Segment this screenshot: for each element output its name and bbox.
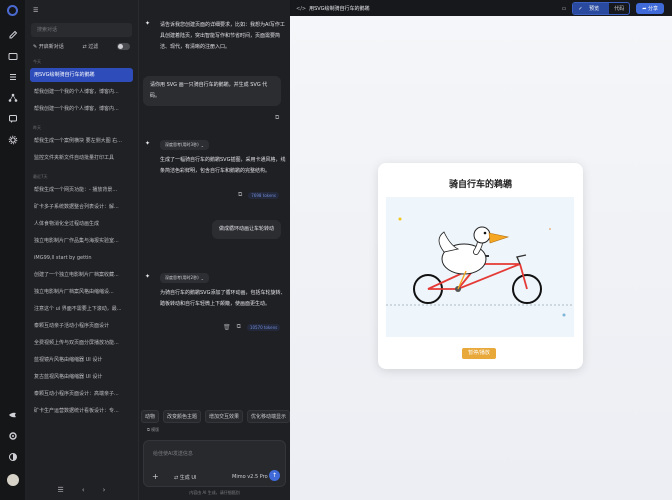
copy-icon[interactable]: ⧉ xyxy=(237,323,241,331)
suggestion-chip[interactable]: 优化移动端显示 xyxy=(247,410,290,423)
history-item[interactable]: 创建了一个独立电影制片厂档案收藏... xyxy=(30,268,133,282)
preview-pane: </>用SVG绘制骑自行车的鹅鹕 ▭ ✓ 预览 代码 ➦ 分享 骑自行车的鹈鹕 xyxy=(290,0,672,500)
attach-icon[interactable]: + xyxy=(152,472,159,481)
suggestion-chip[interactable]: 改变颜色主题 xyxy=(163,410,202,423)
suggestion-chip[interactable]: 增加交互效果 xyxy=(205,410,244,423)
animation-scene xyxy=(386,197,574,337)
message-text: 为骑自行车的鹅鹕SVG添加了循环动画，包括车轮旋转、踏板转动和自行车轻微上下颠簸… xyxy=(160,290,286,307)
history-item[interactable]: 复古蓝视风格由缩缩器 UI 设计 xyxy=(30,370,133,384)
sparkle-icon: ✦ xyxy=(145,140,151,147)
user-message: 做成循环动画让车轮转动 xyxy=(211,220,281,239)
gear-icon[interactable] xyxy=(6,429,20,443)
app-logo xyxy=(7,5,18,16)
code-icon: </> xyxy=(296,5,307,12)
new-chat-label: 开启新对话 xyxy=(38,44,64,50)
edit-icon[interactable] xyxy=(6,28,20,42)
filter-label: 过滤 xyxy=(88,44,99,50)
share-label: 分享 xyxy=(647,6,658,12)
share-button[interactable]: ➦ 分享 xyxy=(636,3,664,14)
user-message: 请你用 SVG 画一只骑自行车的鹅鹕，并生成 SVG 代码。 xyxy=(143,76,281,106)
suggestion-chips: 动物 改变颜色主题 增加交互效果 优化移动端显示 xyxy=(139,410,290,423)
pelican-bicycle-illustration xyxy=(386,217,574,317)
sparkle-icon: ✦ xyxy=(145,273,151,280)
chat-panel: ✦ 请告诉我您创建页面的详细要求，比如：我想为AI写作工具创建着陆页，突出智能写… xyxy=(139,0,290,500)
copy-icon[interactable]: ⧉ xyxy=(238,191,242,199)
thinking-label: 深度思考(用时3秒) xyxy=(165,142,199,147)
history-item[interactable]: 泰颗互动亲子活动小程序页面设计 xyxy=(30,319,133,333)
group-label-today: 今天 xyxy=(33,59,41,64)
history-item[interactable]: 监控文件夹新文件自动批量打印工具 xyxy=(30,151,133,165)
history-item[interactable]: 泰颗互动小程序页面设计：高端亲子... xyxy=(30,387,133,401)
message-input[interactable]: 给佳使AI发送信息 xyxy=(153,450,193,457)
group-label-week: 最近7天 xyxy=(33,174,48,179)
model-label: Mimo v2.5 Pro xyxy=(232,474,268,480)
model-selector[interactable]: Mimo v2.5 Pro ⌄ xyxy=(232,474,273,480)
assistant-message: ✦ 深度思考(用时2秒) ⌄ 为骑自行车的鹅鹕SVG添加了循环动画，包括车轮旋转… xyxy=(145,273,287,310)
token-count: 7698 tokens xyxy=(248,191,280,199)
preview-toolbar: </> 用SVG绘制骑自行车的鹅鹕 ▭ ✓ 预览 代码 ➦ 分享 xyxy=(290,0,672,16)
template-label: 模版 xyxy=(151,427,160,432)
user-avatar[interactable] xyxy=(6,474,19,486)
thinking-toggle[interactable]: 深度思考(用时3秒) ⌄ xyxy=(160,140,210,150)
nodes-icon[interactable] xyxy=(6,91,20,105)
ai-disclaimer: 内容由 AI 生成，请仔细甄别 xyxy=(189,490,240,495)
next-page-icon[interactable]: › xyxy=(103,486,106,494)
assistant-message: ✦ 请告诉我您创建页面的详细要求，比如：我想为AI写作工具创建着陆页，突出智能写… xyxy=(145,20,287,53)
history-item[interactable]: 独立电影制片厂档案风格由缩缩设... xyxy=(30,285,133,299)
history-item[interactable]: 注意这个 ui 界面不需要上下滚动，最... xyxy=(30,302,133,316)
settings-icon[interactable] xyxy=(6,133,20,147)
history-item[interactable]: 帮我创建一个我的个人博客，博客内... xyxy=(30,102,133,116)
history-item[interactable]: 矿卡多子系统数据整合列表设计：解... xyxy=(30,200,133,214)
search-input[interactable]: 搜索对话 xyxy=(31,23,132,37)
thinking-toggle[interactable]: 深度思考(用时2秒) ⌄ xyxy=(160,273,210,283)
template-button[interactable]: ⧉ 模版 xyxy=(147,427,159,433)
history-item[interactable]: 帮我生成一个网页功能：- 播放背景... xyxy=(30,183,133,197)
history-item[interactable]: 矿卡生产运营数据统计看板设计：专... xyxy=(30,404,133,418)
history-item-active[interactable]: 用SVG绘制骑自行车的鹅鹕 xyxy=(30,68,133,82)
card-title: 骑自行车的鹈鹕 xyxy=(448,180,512,190)
suggestion-chip[interactable]: 动物 xyxy=(141,410,160,423)
view-toggle: ✓ 预览 代码 xyxy=(572,2,631,15)
thinking-label: 深度思考(用时2秒) xyxy=(165,275,199,280)
sparkle-icon: ✦ xyxy=(145,20,151,27)
preview-card: 骑自行车的鹈鹕 暂停/播放 xyxy=(378,163,583,369)
history-item[interactable]: 人体食物消化全过程动画生成 xyxy=(30,217,133,231)
history-item[interactable]: iMG99,ll start by gettin xyxy=(30,251,133,265)
delete-icon[interactable]: 🗑 xyxy=(223,324,231,331)
history-item[interactable]: 全费视频上传与双页面分屏播放功能... xyxy=(30,336,133,350)
token-count: 10570 tokens xyxy=(246,323,281,331)
filter-toggle[interactable] xyxy=(117,43,130,50)
bird-icon[interactable] xyxy=(6,408,20,422)
tab-preview[interactable]: ✓ 预览 xyxy=(573,3,610,14)
filter-button[interactable]: ⇄ 过滤 xyxy=(83,43,99,50)
send-button[interactable]: ↑ xyxy=(269,470,280,481)
tab-preview-label: 预览 xyxy=(589,6,600,12)
assistant-message: ✦ 深度思考(用时3秒) ⌄ 生成了一幅骑自行车的鹅鹕SVG插图，采用卡通风格，… xyxy=(145,140,287,177)
preview-title: 用SVG绘制骑自行车的鹅鹕 xyxy=(309,5,370,12)
generate-ui-label: 生成 UI xyxy=(179,475,197,481)
message-text: 请告诉我您创建页面的详细要求，比如：我想为AI写作工具创建着陆页，突出智能写作和… xyxy=(160,22,285,50)
list-icon[interactable] xyxy=(6,70,20,84)
history-item[interactable]: 蓝视镜片风格由缩缩器 UI 设计 xyxy=(30,353,133,367)
message-composer: 给佳使AI发送信息 + ⇄ 生成 UI Mimo v2.5 Pro ⌄ ↑ xyxy=(143,440,286,487)
folder-icon[interactable] xyxy=(6,49,20,63)
theme-toggle-icon[interactable] xyxy=(6,450,20,464)
chat-icon[interactable] xyxy=(6,112,20,126)
tab-code[interactable]: 代码 xyxy=(609,3,629,14)
history-item[interactable]: 独立电影制片厂作品集与海报实验室... xyxy=(30,234,133,248)
history-item[interactable]: 帮我创建一个我的个人博客，博客内... xyxy=(30,85,133,99)
history-sidebar: ☰ 搜索对话 ✎ 开启新对话 ⇄ 过滤 今天 用SVG绘制骑自行车的鹅鹕 帮我创… xyxy=(25,0,139,500)
history-item[interactable]: 帮我生成一个案例横块 要左侧大图 右... xyxy=(30,134,133,148)
icon-rail xyxy=(0,0,25,500)
device-icon[interactable]: ▭ xyxy=(562,6,567,12)
copy-icon[interactable]: ⧉ xyxy=(275,114,279,122)
menu-icon[interactable]: ☰ xyxy=(33,7,38,14)
collapse-icon[interactable]: ☰ xyxy=(58,486,64,494)
message-text: 生成了一幅骑自行车的鹅鹕SVG插图，采用卡通风格，线条简洁色彩鲜明，包含自行车和… xyxy=(160,157,286,174)
pause-play-button[interactable]: 暂停/播放 xyxy=(462,348,496,359)
generate-ui-button[interactable]: ⇄ 生成 UI xyxy=(174,474,197,481)
new-chat-button[interactable]: ✎ 开启新对话 xyxy=(33,43,64,50)
group-label-yesterday: 昨天 xyxy=(33,125,41,130)
prev-page-icon[interactable]: ‹ xyxy=(82,486,85,494)
